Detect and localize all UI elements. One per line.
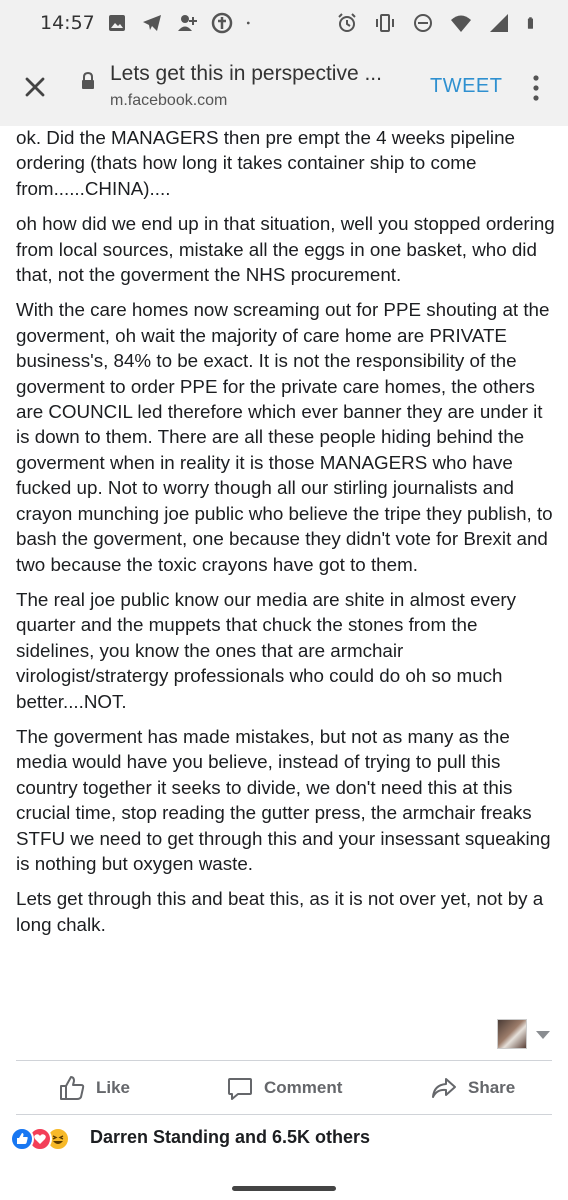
gesture-bar[interactable] xyxy=(232,1186,336,1191)
divider xyxy=(16,1114,552,1115)
app-icon xyxy=(211,12,233,34)
post-paragraph: The goverment has made mistakes, but not… xyxy=(16,725,551,874)
post-paragraph: oh how did we end up in that situation, … xyxy=(16,213,555,286)
post-paragraph: With the care homes now screaming out fo… xyxy=(16,299,553,575)
like-reaction-icon xyxy=(10,1127,34,1151)
share-icon xyxy=(432,1078,456,1098)
more-options-icon[interactable] xyxy=(528,70,544,106)
tweet-button[interactable]: TWEET xyxy=(430,75,503,98)
chevron-down-icon[interactable] xyxy=(536,1031,550,1039)
status-time: 14:57 xyxy=(40,12,95,34)
vibrate-icon xyxy=(376,14,394,32)
image-icon xyxy=(109,15,125,31)
dnd-icon xyxy=(414,14,432,32)
page-title: Lets get this in perspective ... xyxy=(110,62,382,85)
share-label: Share xyxy=(468,1078,516,1097)
status-bar: 14:57 xyxy=(0,0,568,50)
thumbs-up-icon xyxy=(60,1076,85,1100)
post-paragraph: The real joe public know our media are s… xyxy=(16,588,517,712)
comment-label: Comment xyxy=(264,1078,343,1097)
comment-button[interactable]: Comment xyxy=(226,1068,342,1108)
status-right-icons xyxy=(336,12,540,34)
page-url: m.facebook.com xyxy=(110,92,228,109)
lock-icon xyxy=(82,72,94,89)
comment-icon xyxy=(228,1078,252,1100)
like-button[interactable]: Like xyxy=(58,1068,130,1108)
wifi-icon xyxy=(451,15,471,32)
post-body: ok. Did the MANAGERS then pre empt the 4… xyxy=(16,126,556,996)
share-button[interactable]: Share xyxy=(430,1068,515,1108)
post-paragraph: Lets get through this and beat this, as … xyxy=(16,888,544,935)
avatar[interactable] xyxy=(497,1019,527,1049)
close-icon[interactable] xyxy=(20,72,50,102)
status-left-icons xyxy=(106,12,256,34)
reactions-summary[interactable]: Darren Standing and 6.5K others xyxy=(90,1127,370,1148)
battery-icon xyxy=(527,17,533,29)
post-paragraph: ok. Did the MANAGERS then pre empt the 4… xyxy=(16,127,515,199)
dot-icon xyxy=(246,21,250,25)
like-label: Like xyxy=(96,1078,131,1097)
divider xyxy=(16,1060,552,1061)
reaction-icons[interactable] xyxy=(10,1124,70,1154)
alarm-icon xyxy=(338,13,356,32)
telegram-icon xyxy=(143,15,161,31)
signal-icon xyxy=(490,14,508,32)
add-contact-icon xyxy=(178,15,197,31)
